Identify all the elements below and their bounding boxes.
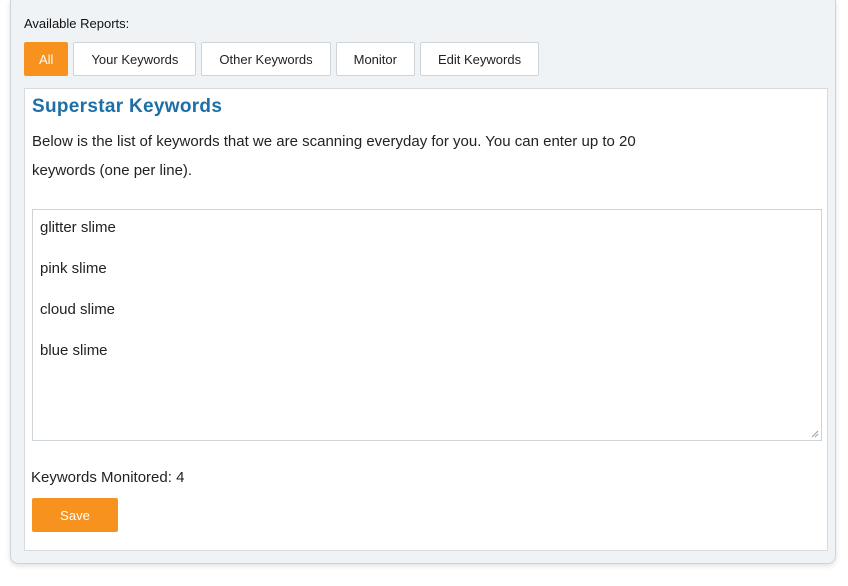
save-button[interactable]: Save (32, 498, 118, 532)
report-tabs: All Your Keywords Other Keywords Monitor… (24, 42, 540, 76)
tab-monitor[interactable]: Monitor (335, 42, 415, 76)
tab-edit-keywords[interactable]: Edit Keywords (419, 42, 540, 76)
keyword-line: pink slime (40, 260, 107, 277)
keywords-monitored-count: Keywords Monitored: 4 (31, 469, 185, 486)
tab-all[interactable]: All (24, 42, 69, 76)
keywords-textarea[interactable]: glitter slime pink slime cloud slime blu… (32, 209, 822, 441)
keyword-line: glitter slime (40, 219, 116, 236)
tab-your-keywords[interactable]: Your Keywords (73, 42, 197, 76)
resize-handle-icon[interactable] (811, 430, 819, 438)
available-reports-label: Available Reports: (24, 16, 130, 31)
keyword-line: blue slime (40, 342, 108, 359)
reports-panel: Available Reports: All Your Keywords Oth… (10, 0, 836, 564)
keywords-content: Superstar Keywords Below is the list of … (24, 88, 828, 551)
tab-other-keywords[interactable]: Other Keywords (201, 42, 331, 76)
page-title: Superstar Keywords (32, 96, 223, 117)
keyword-line: cloud slime (40, 301, 116, 318)
description-text: Below is the list of keywords that we ar… (32, 133, 636, 179)
